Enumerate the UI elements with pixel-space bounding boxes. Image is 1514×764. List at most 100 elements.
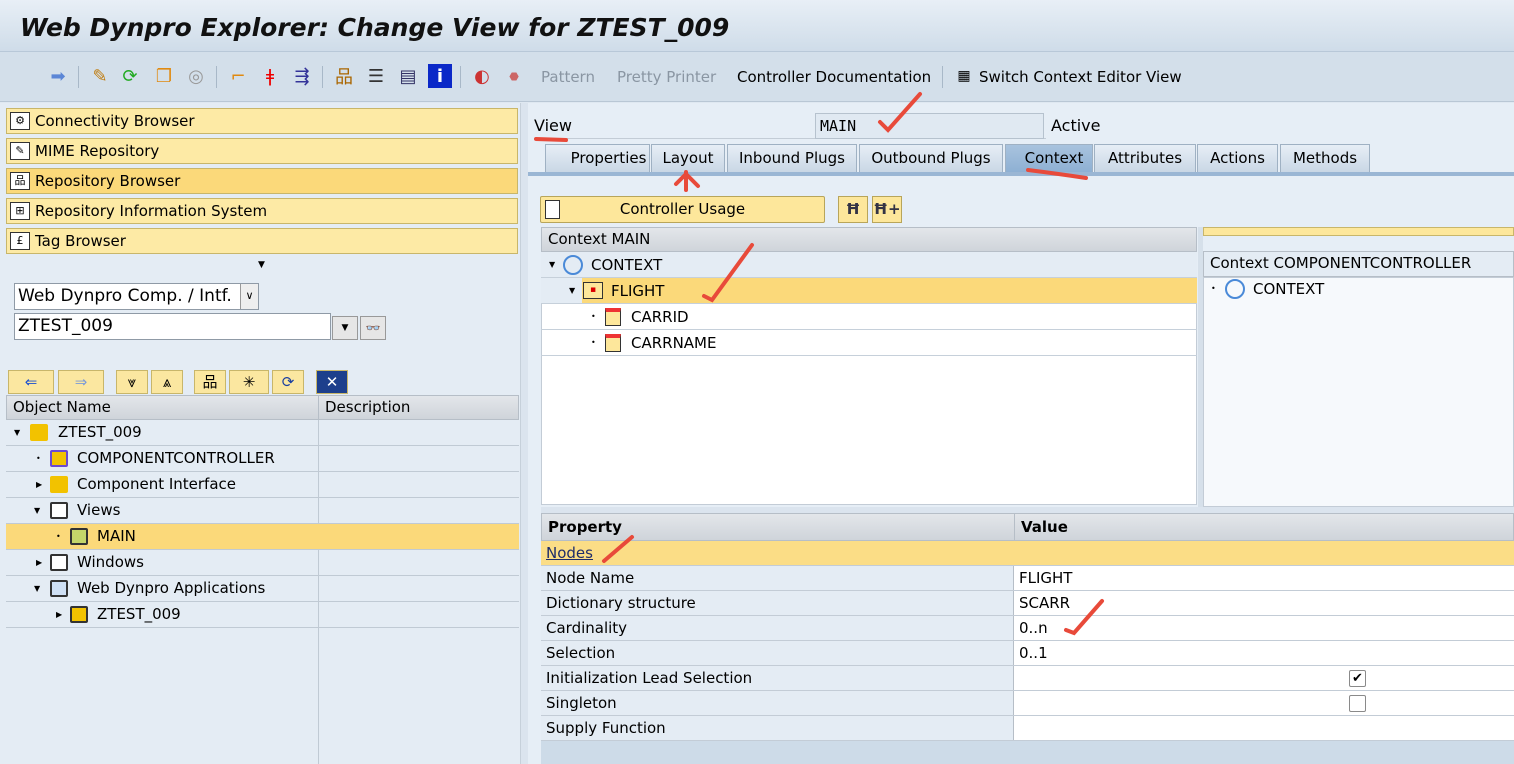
where-used-icon[interactable]: ◎ [184,64,208,88]
tree-row-main[interactable]: • MAIN [6,524,519,550]
snowflake-icon[interactable]: ✳ [229,370,269,394]
view-status: Active [1051,116,1101,135]
change-display-icon[interactable]: ✎ [88,64,112,88]
collapse-all-icon[interactable]: ⩓ [151,370,183,394]
splitter[interactable] [520,103,528,764]
hierarchy-icon: 品 [10,172,30,190]
property-value[interactable]: SCARR [1019,591,1070,615]
hierarchy-up-icon[interactable]: 品 [194,370,226,394]
tree-icon: ⊞ [10,202,30,220]
node-label: CONTEXT [591,256,663,274]
distribute-icon[interactable]: ⇶ [290,64,314,88]
tree-row-component-interface[interactable]: ▶ Component Interface [6,472,519,498]
display-button[interactable]: 👓 [360,316,386,340]
property-value[interactable]: 0..n [1019,616,1048,640]
dropdown-button[interactable]: ▼ [332,316,358,340]
tree-row-views[interactable]: ▼ Views [6,498,519,524]
column-object-name[interactable]: Object Name [6,395,319,420]
component-icon [30,424,48,441]
property-row[interactable]: Node Name FLIGHT [541,566,1514,591]
collapse-arrow-icon[interactable]: ▼ [258,260,265,270]
property-row[interactable]: Initialization Lead Selection ✔ [541,666,1514,691]
checkbox[interactable] [1349,695,1366,712]
info-icon[interactable]: i [428,64,452,88]
property-row[interactable]: Supply Function [541,716,1514,741]
stop-icon[interactable]: ⬣ [502,64,526,88]
context-attribute-carrid[interactable]: • CARRID [541,304,1197,330]
property-row[interactable]: Singleton [541,691,1514,716]
expand-all-icon[interactable]: ⩔ [116,370,148,394]
property-name: Supply Function [541,716,1014,740]
pretty-printer-button[interactable]: Pretty Printer [617,68,716,86]
activate-icon[interactable]: ⟳ [118,64,142,88]
interface-icon [50,476,68,493]
nav-repository-browser[interactable]: 品 Repository Browser [6,168,518,194]
switch-context-editor-button[interactable]: Switch Context Editor View [979,68,1182,86]
context-cc-root[interactable]: • CONTEXT [1203,277,1514,303]
controller-usage-button[interactable]: Controller Usage [540,196,825,223]
chevron-down-icon[interactable]: ∨ [240,284,258,309]
copy-icon[interactable]: ❐ [152,64,176,88]
nav-label: Repository Browser [35,172,181,190]
property-row[interactable]: Cardinality 0..n [541,616,1514,641]
nav-connectivity-browser[interactable]: ⚙ Connectivity Browser [6,108,518,134]
breakpoint-icon[interactable]: ◐ [470,64,494,88]
tree-row-web-dynpro-applications[interactable]: ▼ Web Dynpro Applications [6,576,519,602]
navigate-icon[interactable]: ⌐ [226,64,250,88]
object-type-select[interactable]: Web Dynpro Comp. / Intf. ∨ [14,283,259,310]
tab-context[interactable]: Context [1005,144,1093,172]
context-node-flight[interactable]: ▼ ▪ FLIGHT [541,278,1197,304]
nav-label: Repository Information System [35,202,268,220]
views-icon [50,502,68,519]
hierarchy-icon[interactable]: 品 [332,64,356,88]
object-name-input[interactable]: ZTEST_009 [14,313,331,340]
controller-usage-label: Controller Usage [619,200,746,218]
tab-inbound-plugs[interactable]: Inbound Plugs [727,144,857,172]
context-attribute-carrname[interactable]: • CARRNAME [541,330,1197,356]
property-row[interactable]: Selection 0..1 [541,641,1514,666]
column-description[interactable]: Description [318,395,519,420]
tree-label: Views [77,501,121,519]
view-icon [70,528,88,545]
object-list-icon[interactable]: ǂ [258,64,282,88]
tab-layout[interactable]: Layout [651,144,725,172]
checked-checkbox[interactable]: ✔ [1349,670,1366,687]
controller-documentation-button[interactable]: Controller Documentation [737,68,931,86]
find-next-icon[interactable]: Ħ+ [872,196,902,223]
tab-actions[interactable]: Actions [1197,144,1278,172]
property-row[interactable]: Dictionary structure SCARR [541,591,1514,616]
tree-label: Windows [77,553,144,571]
controller-icon [50,450,68,467]
application-icon [70,606,88,623]
stack-icon[interactable]: ☰ [364,64,388,88]
close-browser-icon[interactable]: ✕ [316,370,348,394]
nav-repository-information-system[interactable]: ⊞ Repository Information System [6,198,518,224]
tree-row-windows[interactable]: ▶ Windows [6,550,519,576]
forward-button[interactable]: ⇒ [58,370,104,394]
refresh-icon[interactable]: ⟳ [272,370,304,394]
pattern-button[interactable]: Pattern [541,68,595,86]
switch-editor-icon[interactable]: ▦ [953,64,975,88]
context-cc-tree [1203,277,1514,507]
tree-row-componentcontroller[interactable]: • COMPONENTCONTROLLER [6,446,519,472]
nav-mime-repository[interactable]: ✎ MIME Repository [6,138,518,164]
title-bar: Web Dynpro Explorer: Change View for ZTE… [0,0,1514,52]
property-value[interactable]: 0..1 [1019,641,1048,665]
context-node-root[interactable]: ▼ CONTEXT [541,252,1197,278]
nav-tag-browser[interactable]: £ Tag Browser [6,228,518,254]
other-object-icon[interactable]: ➡ [46,64,70,88]
tree-row-application[interactable]: ▶ ZTEST_009 [6,602,519,628]
tab-attributes[interactable]: Attributes [1094,144,1196,172]
tab-properties[interactable]: Properties [545,144,650,172]
nav-label: MIME Repository [35,142,160,160]
display-object-list-icon[interactable]: ▤ [396,64,420,88]
tab-outbound-plugs[interactable]: Outbound Plugs [859,144,1003,172]
tree-row-component[interactable]: ▼ ZTEST_009 [6,420,519,446]
find-icon[interactable]: Ħ [838,196,868,223]
property-value[interactable]: FLIGHT [1019,566,1072,590]
view-name-field[interactable]: MAIN [815,113,1044,139]
context-icon [1225,279,1245,299]
nodes-section[interactable]: Nodes [541,541,1514,566]
tab-methods[interactable]: Methods [1280,144,1370,172]
back-button[interactable]: ⇐ [8,370,54,394]
